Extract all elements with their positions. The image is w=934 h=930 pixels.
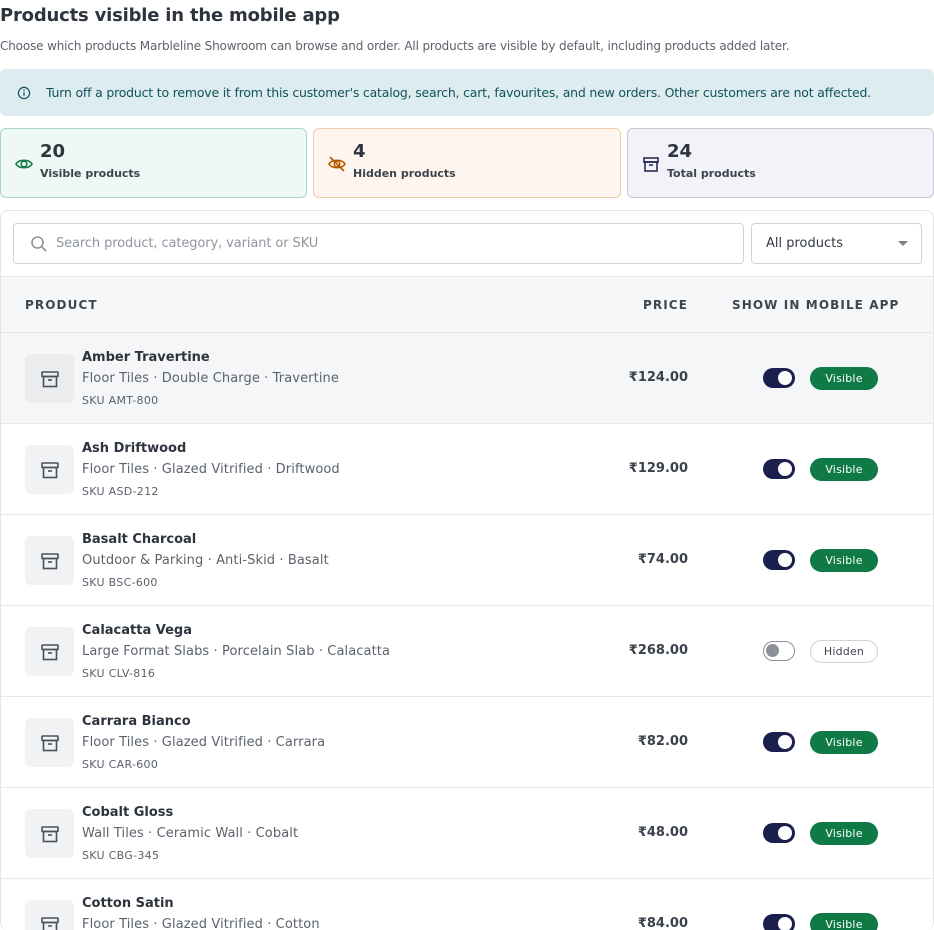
table-row: Calacatta Vega Large Format Slabs · Porc… xyxy=(1,606,934,697)
visible-label: Visible products xyxy=(40,167,140,180)
product-meta: Outdoor & Parking · Anti-Skid · Basalt xyxy=(82,553,329,568)
info-icon xyxy=(17,86,31,100)
product-sku: SKU CLV-816 xyxy=(82,667,155,680)
product-thumbnail xyxy=(25,900,74,930)
stat-card-visible: 20 Visible products xyxy=(0,128,307,198)
visibility-toggle[interactable] xyxy=(763,732,795,752)
product-price: ₹74.00 xyxy=(638,552,688,567)
product-meta: Large Format Slabs · Porcelain Slab · Ca… xyxy=(82,644,390,659)
visibility-toggle[interactable] xyxy=(763,823,795,843)
product-meta: Wall Tiles · Ceramic Wall · Cobalt xyxy=(82,826,298,841)
product-rows: Amber Travertine Floor Tiles · Double Ch… xyxy=(1,333,934,930)
visible-count: 20 xyxy=(40,141,140,163)
column-header-show: SHOW IN MOBILE APP xyxy=(732,298,899,312)
info-banner: Turn off a product to remove it from thi… xyxy=(0,69,934,116)
product-thumbnail xyxy=(25,354,74,403)
table-row: Basalt Charcoal Outdoor & Parking · Anti… xyxy=(1,515,934,606)
status-badge: Visible xyxy=(810,822,878,845)
product-filter-select[interactable]: All products xyxy=(751,223,922,264)
search-input[interactable]: Search product, category, variant or SKU xyxy=(13,223,744,264)
product-thumbnail xyxy=(25,536,74,585)
product-price: ₹129.00 xyxy=(629,461,688,476)
product-sku: SKU BSC-600 xyxy=(82,576,158,589)
page-subtitle: Choose which products Marbleline Showroo… xyxy=(0,39,789,53)
status-badge: Visible xyxy=(810,458,878,481)
table-header: PRODUCT PRICE SHOW IN MOBILE APP xyxy=(1,276,934,333)
product-sku: SKU AMT-800 xyxy=(82,394,158,407)
product-name: Amber Travertine xyxy=(82,350,210,365)
page-title: Products visible in the mobile app xyxy=(0,5,340,26)
visibility-toggle[interactable] xyxy=(763,914,795,930)
product-name: Ash Driftwood xyxy=(82,441,186,456)
product-price: ₹84.00 xyxy=(638,916,688,930)
filter-selected-value: All products xyxy=(766,236,843,251)
column-header-price: PRICE xyxy=(643,298,688,312)
table-row: Amber Travertine Floor Tiles · Double Ch… xyxy=(1,333,934,424)
visibility-toggle[interactable] xyxy=(763,368,795,388)
total-count: 24 xyxy=(667,141,756,163)
archive-box-icon xyxy=(39,732,61,754)
eye-off-icon xyxy=(326,153,348,175)
archive-box-icon xyxy=(39,914,61,930)
stat-card-total: 24 Total products xyxy=(627,128,934,198)
status-badge: Visible xyxy=(810,913,878,930)
table-row: Ash Driftwood Floor Tiles · Glazed Vitri… xyxy=(1,424,934,515)
eye-icon xyxy=(13,153,35,175)
hidden-label: Hidden products xyxy=(353,167,456,180)
product-sku: SKU CBG-345 xyxy=(82,849,159,862)
visibility-toggle[interactable] xyxy=(763,641,795,661)
archive-box-icon xyxy=(39,550,61,572)
search-placeholder: Search product, category, variant or SKU xyxy=(56,236,318,251)
hidden-count: 4 xyxy=(353,141,456,163)
archive-box-icon xyxy=(39,641,61,663)
product-thumbnail xyxy=(25,627,74,676)
search-icon xyxy=(30,235,48,253)
column-header-product: PRODUCT xyxy=(25,298,98,312)
table-row: Carrara Bianco Floor Tiles · Glazed Vitr… xyxy=(1,697,934,788)
product-meta: Floor Tiles · Glazed Vitrified · Carrara xyxy=(82,735,325,750)
product-price: ₹82.00 xyxy=(638,734,688,749)
product-meta: Floor Tiles · Double Charge · Travertine xyxy=(82,371,339,386)
stat-card-hidden: 4 Hidden products xyxy=(313,128,621,198)
product-meta: Floor Tiles · Glazed Vitrified · Driftwo… xyxy=(82,462,340,477)
product-name: Basalt Charcoal xyxy=(82,532,196,547)
archive-box-icon xyxy=(39,459,61,481)
product-sku: SKU CAR-600 xyxy=(82,758,158,771)
table-row: Cotton Satin Floor Tiles · Glazed Vitrif… xyxy=(1,879,934,930)
archive-box-icon xyxy=(39,368,61,390)
product-price: ₹268.00 xyxy=(629,643,688,658)
product-price: ₹48.00 xyxy=(638,825,688,840)
status-badge: Hidden xyxy=(810,640,878,663)
visibility-toggle[interactable] xyxy=(763,459,795,479)
product-price: ₹124.00 xyxy=(629,370,688,385)
product-thumbnail xyxy=(25,809,74,858)
info-banner-text: Turn off a product to remove it from thi… xyxy=(46,85,871,100)
status-badge: Visible xyxy=(810,731,878,754)
status-badge: Visible xyxy=(810,367,878,390)
product-thumbnail xyxy=(25,718,74,767)
product-sku: SKU ASD-212 xyxy=(82,485,159,498)
table-row: Cobalt Gloss Wall Tiles · Ceramic Wall ·… xyxy=(1,788,934,879)
product-name: Calacatta Vega xyxy=(82,623,192,638)
product-name: Cotton Satin xyxy=(82,896,174,911)
product-name: Cobalt Gloss xyxy=(82,805,173,820)
product-name: Carrara Bianco xyxy=(82,714,191,729)
products-panel: Search product, category, variant or SKU… xyxy=(0,210,934,930)
visibility-toggle[interactable] xyxy=(763,550,795,570)
status-badge: Visible xyxy=(810,549,878,572)
archive-box-icon xyxy=(39,823,61,845)
product-thumbnail xyxy=(25,445,74,494)
total-label: Total products xyxy=(667,167,756,180)
chevron-down-icon xyxy=(898,241,908,246)
archive-box-icon xyxy=(640,153,662,175)
